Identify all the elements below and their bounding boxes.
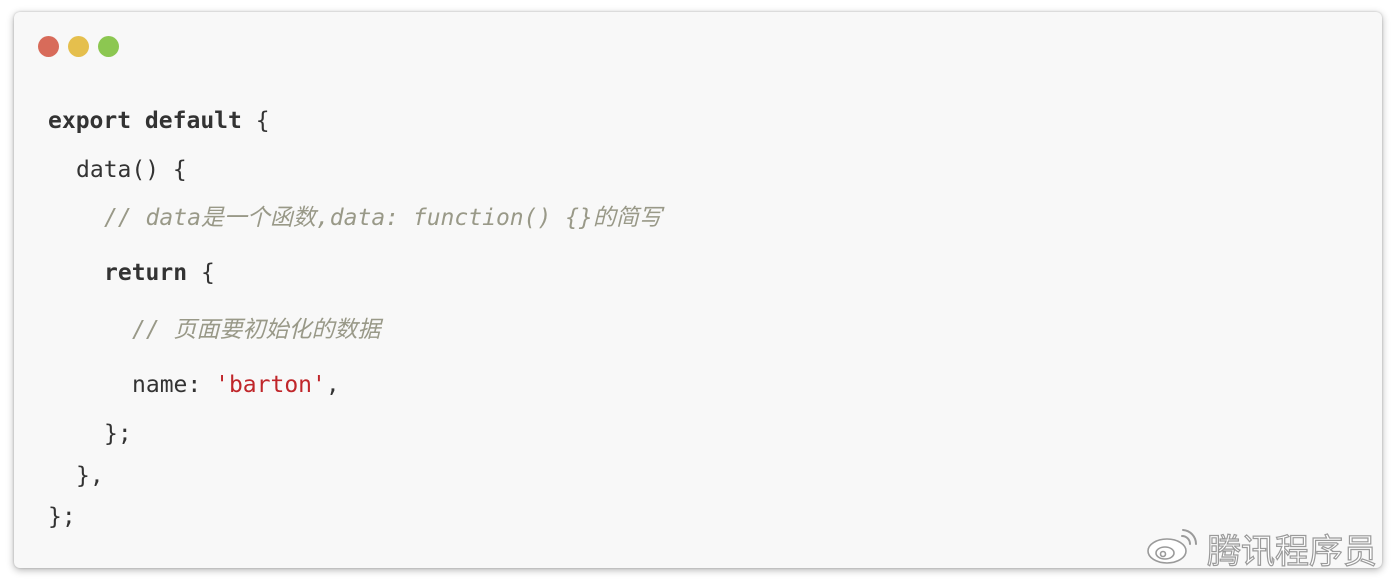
keyword-return: return xyxy=(104,260,188,286)
code-text: }; xyxy=(104,421,132,447)
code-line-2: data() { xyxy=(76,155,187,185)
code-text: }, xyxy=(76,463,104,489)
minimize-dot-icon[interactable] xyxy=(68,36,89,57)
code-line-8: }, xyxy=(76,461,104,491)
code-line-6: name: 'barton', xyxy=(132,370,340,400)
code-text: }; xyxy=(48,504,76,530)
code-text: data() { xyxy=(76,157,187,183)
code-line-1: export default { xyxy=(48,106,270,136)
code-comment: // data是一个函数,data: function() {}的简写 xyxy=(104,205,662,231)
code-text: , xyxy=(325,372,340,398)
code-string: 'barton' xyxy=(215,372,326,398)
maximize-dot-icon[interactable] xyxy=(98,36,119,57)
code-line-3: // data是一个函数,data: function() {}的简写 xyxy=(104,203,662,233)
code-key: name: xyxy=(132,372,216,398)
code-line-4: return { xyxy=(104,258,215,288)
code-line-5: // 页面要初始化的数据 xyxy=(132,315,381,345)
code-comment: // 页面要初始化的数据 xyxy=(132,317,381,343)
code-line-7: }; xyxy=(104,419,132,449)
watermark-text: 腾讯程序员 xyxy=(1206,531,1377,572)
code-text: { xyxy=(187,260,215,286)
weibo-icon xyxy=(1145,526,1199,571)
code-line-9: }; xyxy=(48,502,76,532)
code-window: export default { data() { // data是一个函数,d… xyxy=(14,12,1382,568)
watermark: 腾讯程序员 xyxy=(1145,523,1378,573)
code-text: { xyxy=(241,108,270,134)
keyword-export-default: export default xyxy=(48,108,242,134)
close-dot-icon[interactable] xyxy=(38,36,59,57)
